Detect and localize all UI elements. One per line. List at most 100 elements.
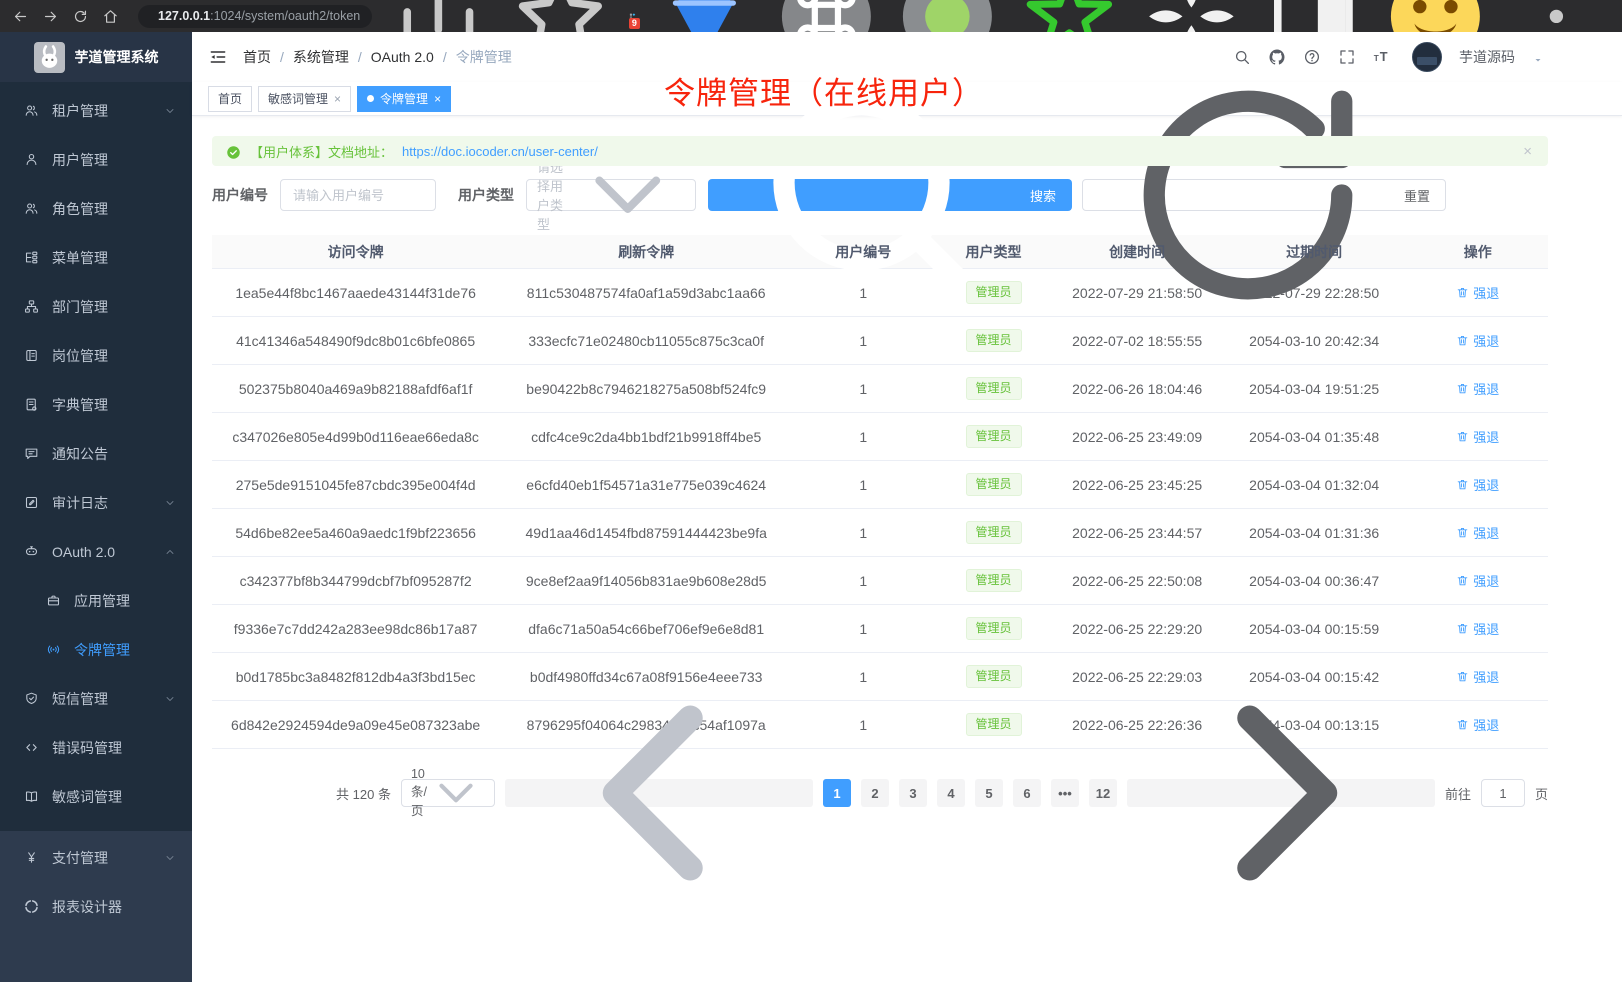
sidebar-item-bottom-1[interactable]: 报表设计器 — [0, 882, 192, 931]
access-token-cell: 41c41346a548490f9dc8b01c6bfe0865 — [212, 333, 499, 349]
sidebar-item-5[interactable]: 岗位管理 — [0, 331, 192, 380]
sidebar-item-10[interactable]: 应用管理 — [0, 576, 192, 625]
sidebar-item-4[interactable]: 部门管理 — [0, 282, 192, 331]
chevron-down-icon — [164, 497, 176, 509]
page-button-6[interactable]: 6 — [1013, 779, 1041, 807]
tab-close-icon[interactable]: × — [434, 93, 441, 105]
rabbit-logo-icon — [34, 42, 65, 73]
page-button-2[interactable]: 2 — [861, 779, 889, 807]
sidebar-item-1[interactable]: 用户管理 — [0, 135, 192, 184]
force-logout-button[interactable]: 强退 — [1456, 619, 1499, 638]
sidebar-toggle-button[interactable] — [208, 47, 228, 67]
success-check-icon — [226, 144, 241, 159]
pay-icon — [24, 850, 39, 865]
page-button-5[interactable]: 5 — [975, 779, 1003, 807]
force-logout-button[interactable]: 强退 — [1456, 475, 1499, 494]
sidebar-item-0[interactable]: 租户管理 — [0, 86, 192, 135]
alert-close-icon[interactable]: × — [1523, 144, 1532, 159]
created-at-cell: 2022-06-25 23:44:57 — [1054, 525, 1221, 541]
expires-at-cell: 2054-03-04 01:35:48 — [1221, 429, 1408, 445]
search-button[interactable]: 搜索 — [708, 179, 1072, 211]
goto-label: 前往 — [1445, 784, 1471, 803]
force-logout-button[interactable]: 强退 — [1456, 571, 1499, 590]
main-area: 令牌管理（在线用户） 首页/系统管理/OAuth 2.0/令牌管理 TT 芋道源… — [192, 32, 1622, 982]
prev-page-button[interactable] — [505, 779, 813, 807]
browser-forward-button[interactable] — [42, 8, 59, 25]
username[interactable]: 芋道源码 — [1459, 47, 1515, 67]
force-logout-button[interactable]: 强退 — [1456, 331, 1499, 350]
created-at-cell: 2022-06-25 22:29:20 — [1054, 621, 1221, 637]
sidebar-item-bottom-0[interactable]: 支付管理 — [0, 833, 192, 882]
alert-doc-link[interactable]: https://doc.iocoder.cn/user-center/ — [402, 144, 598, 159]
sidebar-item-label: OAuth 2.0 — [52, 544, 115, 560]
breadcrumb-item-0[interactable]: 首页 — [243, 47, 271, 67]
page-button-12[interactable]: 12 — [1089, 779, 1117, 807]
tab-label: 敏感词管理 — [268, 90, 328, 107]
active-tab-dot — [367, 95, 374, 102]
reload-icon — [72, 8, 89, 25]
force-logout-button[interactable]: 强退 — [1456, 715, 1499, 734]
page-content: 【用户体系】文档地址： https://doc.iocoder.cn/user-… — [192, 116, 1622, 807]
app-icon — [46, 593, 61, 608]
sidebar-menu: 租户管理用户管理角色管理菜单管理部门管理岗位管理字典管理通知公告审计日志 OAut… — [0, 82, 192, 821]
extensions-icon[interactable]: 9 — [629, 6, 636, 26]
access-token-cell: c347026e805e4d99b0d116eae66eda8c — [212, 429, 499, 445]
page-button-4[interactable]: 4 — [937, 779, 965, 807]
page-size-select[interactable]: 10条/页 — [401, 779, 495, 807]
tab-2[interactable]: 令牌管理× — [357, 86, 451, 112]
refresh-token-cell: dfa6c71a50a54c66bef706ef9e6e8d81 — [499, 621, 793, 637]
sidebar-item-9[interactable]: OAuth 2.0 — [0, 527, 192, 576]
user-type-select[interactable]: 请选择用户类型 — [526, 179, 696, 211]
page-button-1[interactable]: 1 — [823, 779, 851, 807]
refresh-token-cell: be90422b8c7946218275a508bf524fc9 — [499, 381, 793, 397]
sidebar-item-11[interactable]: 令牌管理 — [0, 625, 192, 674]
audit-icon — [24, 495, 39, 510]
user-id-cell: 1 — [793, 333, 933, 349]
browser-back-button[interactable] — [12, 8, 29, 25]
reset-button[interactable]: 重置 — [1082, 179, 1446, 211]
browser-home-button[interactable] — [102, 8, 119, 25]
sidebar-item-13[interactable]: 错误码管理 — [0, 723, 192, 772]
user-icon — [24, 152, 39, 167]
address-bar[interactable]: 127.0.0.1:1024/system/oauth2/token — [138, 5, 372, 28]
page-button-3[interactable]: 3 — [899, 779, 927, 807]
user-id-cell: 1 — [793, 669, 933, 685]
user-type-cell: 管理员 — [933, 617, 1053, 639]
sidebar-item-7[interactable]: 通知公告 — [0, 429, 192, 478]
page-ellipsis[interactable]: ••• — [1051, 779, 1079, 807]
goto-unit: 页 — [1535, 784, 1548, 803]
refresh-token-cell: cdfc4ce9c2da4bb1bdf21b9918ff4be5 — [499, 429, 793, 445]
user-type-badge: 管理员 — [966, 329, 1022, 351]
sidebar-item-label: 支付管理 — [52, 848, 108, 868]
breadcrumb-item-1[interactable]: 系统管理 — [293, 47, 349, 67]
user-menu-caret-icon[interactable] — [1532, 51, 1544, 63]
user-id-input[interactable] — [280, 179, 436, 211]
expires-at-cell: 2054-03-04 00:36:47 — [1221, 573, 1408, 589]
sidebar-item-14[interactable]: 敏感词管理 — [0, 772, 192, 821]
user-type-cell: 管理员 — [933, 569, 1053, 591]
breadcrumb-item-2[interactable]: OAuth 2.0 — [371, 49, 434, 65]
rabbit-icon — [34, 42, 65, 73]
browser-reload-button[interactable] — [72, 8, 89, 25]
force-logout-button[interactable]: 强退 — [1456, 379, 1499, 398]
sidebar-item-6[interactable]: 字典管理 — [0, 380, 192, 429]
user-type-badge: 管理员 — [966, 281, 1022, 303]
extension-badge: 9 — [629, 18, 640, 29]
sidebar-item-2[interactable]: 角色管理 — [0, 184, 192, 233]
goto-page-input[interactable] — [1481, 779, 1525, 807]
tab-0[interactable]: 首页 — [208, 86, 252, 112]
sidebar-item-12[interactable]: 短信管理 — [0, 674, 192, 723]
force-logout-button[interactable]: 强退 — [1456, 283, 1499, 302]
avatar[interactable] — [1412, 42, 1442, 72]
force-logout-button[interactable]: 强退 — [1456, 667, 1499, 686]
post-icon — [24, 348, 39, 363]
force-logout-button[interactable]: 强退 — [1456, 427, 1499, 446]
sidebar-item-8[interactable]: 审计日志 — [0, 478, 192, 527]
tab-close-icon[interactable]: × — [334, 93, 341, 105]
tab-1[interactable]: 敏感词管理 × — [258, 86, 351, 112]
force-logout-button[interactable]: 强退 — [1456, 523, 1499, 542]
sidebar-item-3[interactable]: 菜单管理 — [0, 233, 192, 282]
sidebar-item-label: 菜单管理 — [52, 248, 108, 268]
app-logo[interactable]: 芋道管理系统 — [0, 32, 192, 82]
next-page-button[interactable] — [1127, 779, 1435, 807]
